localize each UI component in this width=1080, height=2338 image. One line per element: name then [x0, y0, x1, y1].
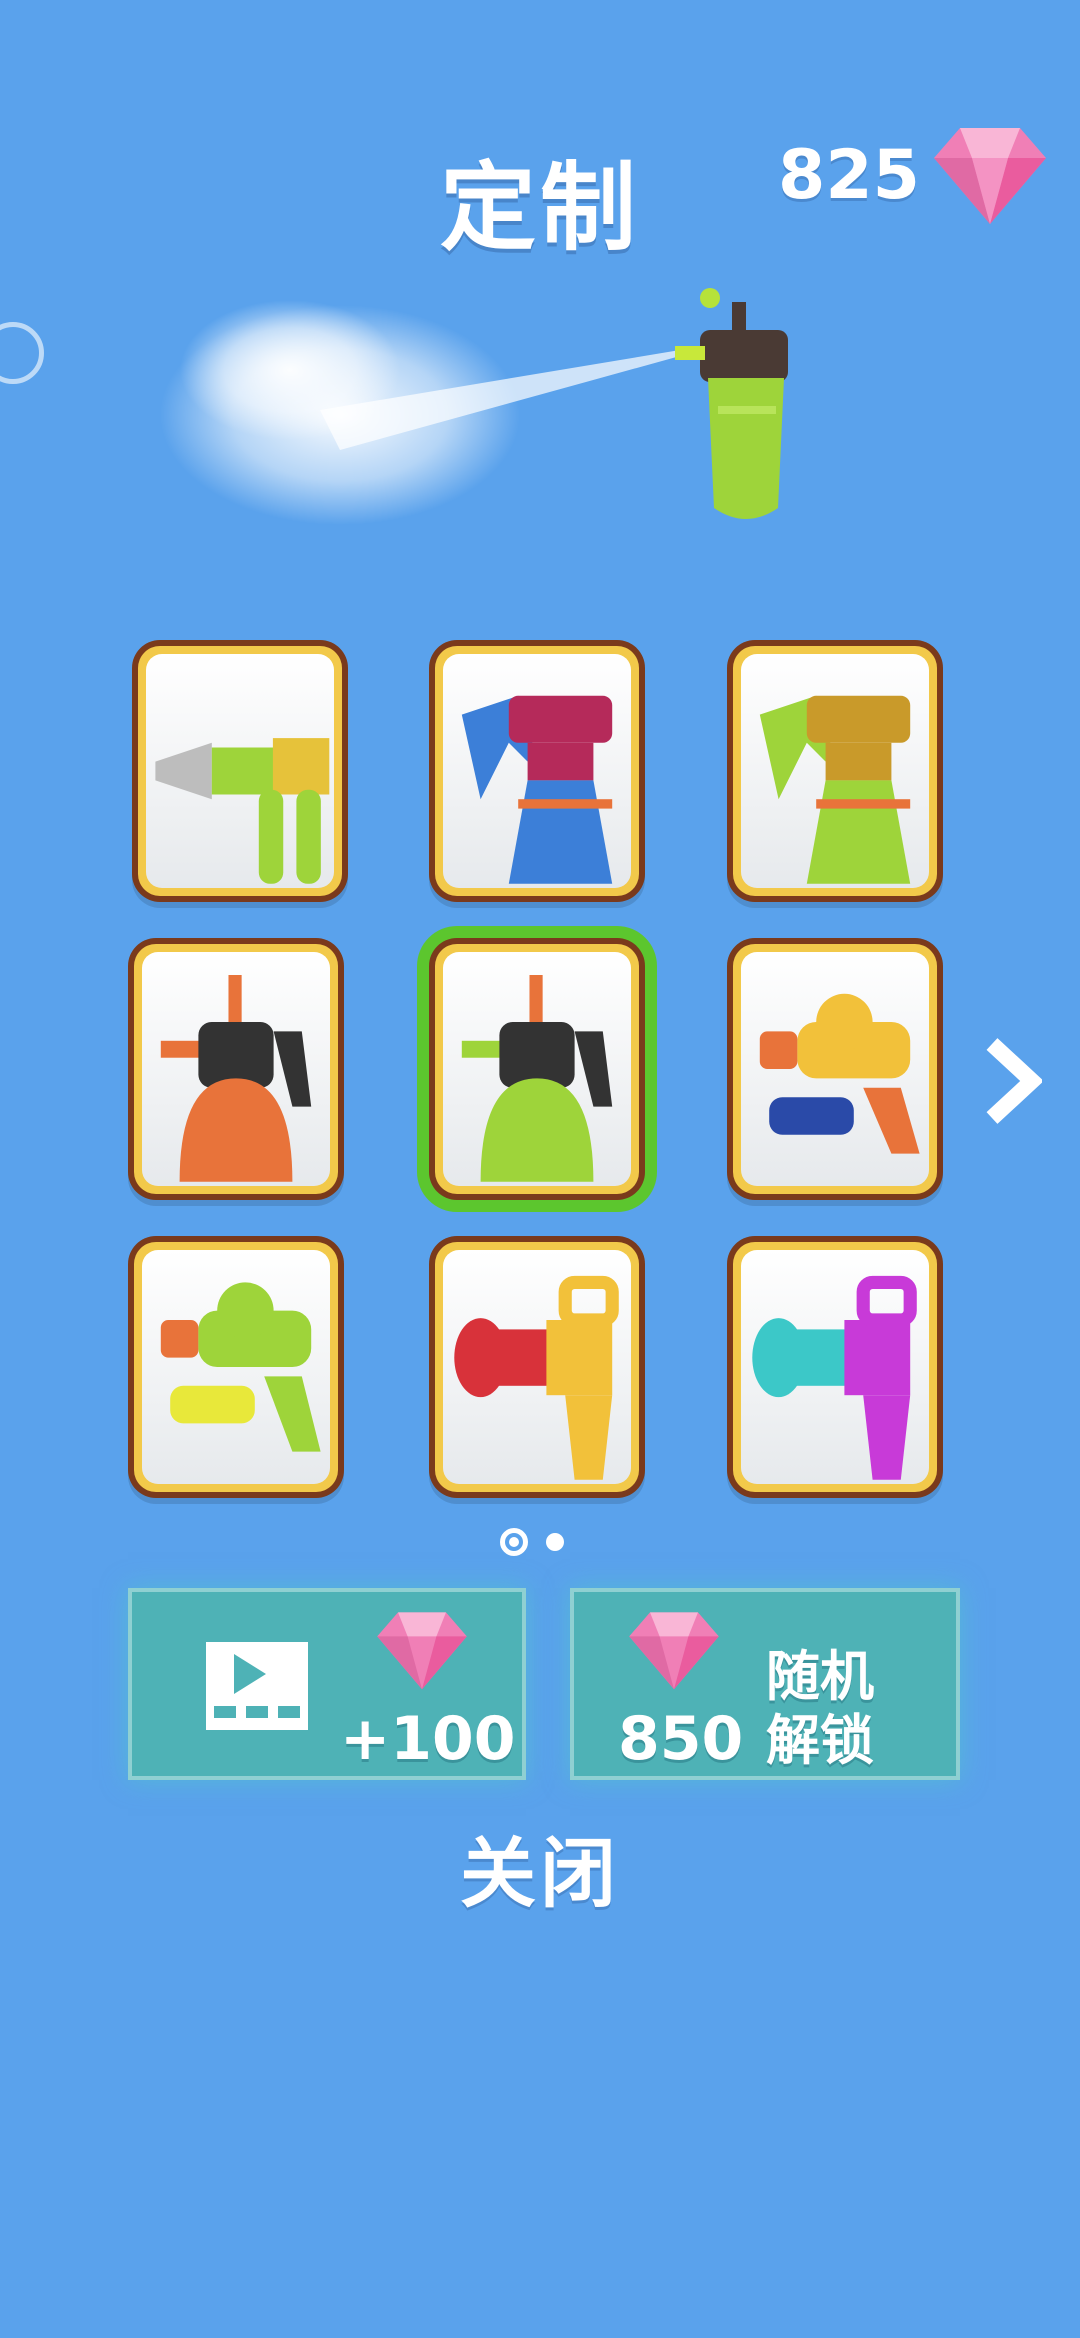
page-dot-active[interactable]	[500, 1528, 528, 1556]
gem-balance: 825	[778, 120, 1050, 230]
trigger-spray-bottle-icon	[759, 695, 911, 884]
sprayer-preview	[160, 288, 788, 525]
gem-icon	[377, 1612, 467, 1690]
pump-sprayer-icon	[160, 975, 312, 1182]
item-card[interactable]	[128, 1236, 344, 1498]
item-card[interactable]	[429, 1236, 645, 1498]
item-card[interactable]	[128, 938, 344, 1200]
item-card[interactable]	[727, 938, 943, 1200]
next-page-arrow-icon[interactable]	[982, 1036, 1042, 1126]
blaster-icon	[752, 1275, 917, 1480]
blaster-icon	[454, 1275, 619, 1480]
water-gun-icon	[759, 993, 920, 1154]
item-card[interactable]	[132, 640, 348, 902]
trigger-spray-bottle-icon	[461, 695, 613, 884]
random-unlock-button[interactable]: 850 随机 解锁	[570, 1588, 960, 1780]
gem-icon	[629, 1612, 719, 1690]
pump-sprayer-icon	[461, 975, 613, 1182]
side-level-indicator[interactable]	[0, 322, 44, 384]
water-gun-icon	[160, 1282, 321, 1452]
unlock-price: 850	[618, 1704, 744, 1774]
item-card-selected[interactable]	[429, 938, 645, 1200]
gem-count: 825	[778, 135, 920, 215]
watch-video-button[interactable]: +100	[128, 1588, 526, 1780]
item-card[interactable]	[727, 640, 943, 902]
item-card[interactable]	[727, 1236, 943, 1498]
item-grid	[128, 636, 954, 1506]
video-reward-amount: +100	[340, 1704, 516, 1774]
pagination-dots	[500, 1528, 564, 1556]
item-card[interactable]	[429, 640, 645, 902]
close-button[interactable]: 关闭	[0, 1812, 1080, 1922]
video-icon	[206, 1642, 308, 1730]
gem-icon	[934, 128, 1046, 224]
nozzle-sprayer-icon	[155, 738, 330, 884]
page-dot[interactable]	[546, 1533, 564, 1551]
unlock-label: 解锁	[766, 1709, 874, 1772]
